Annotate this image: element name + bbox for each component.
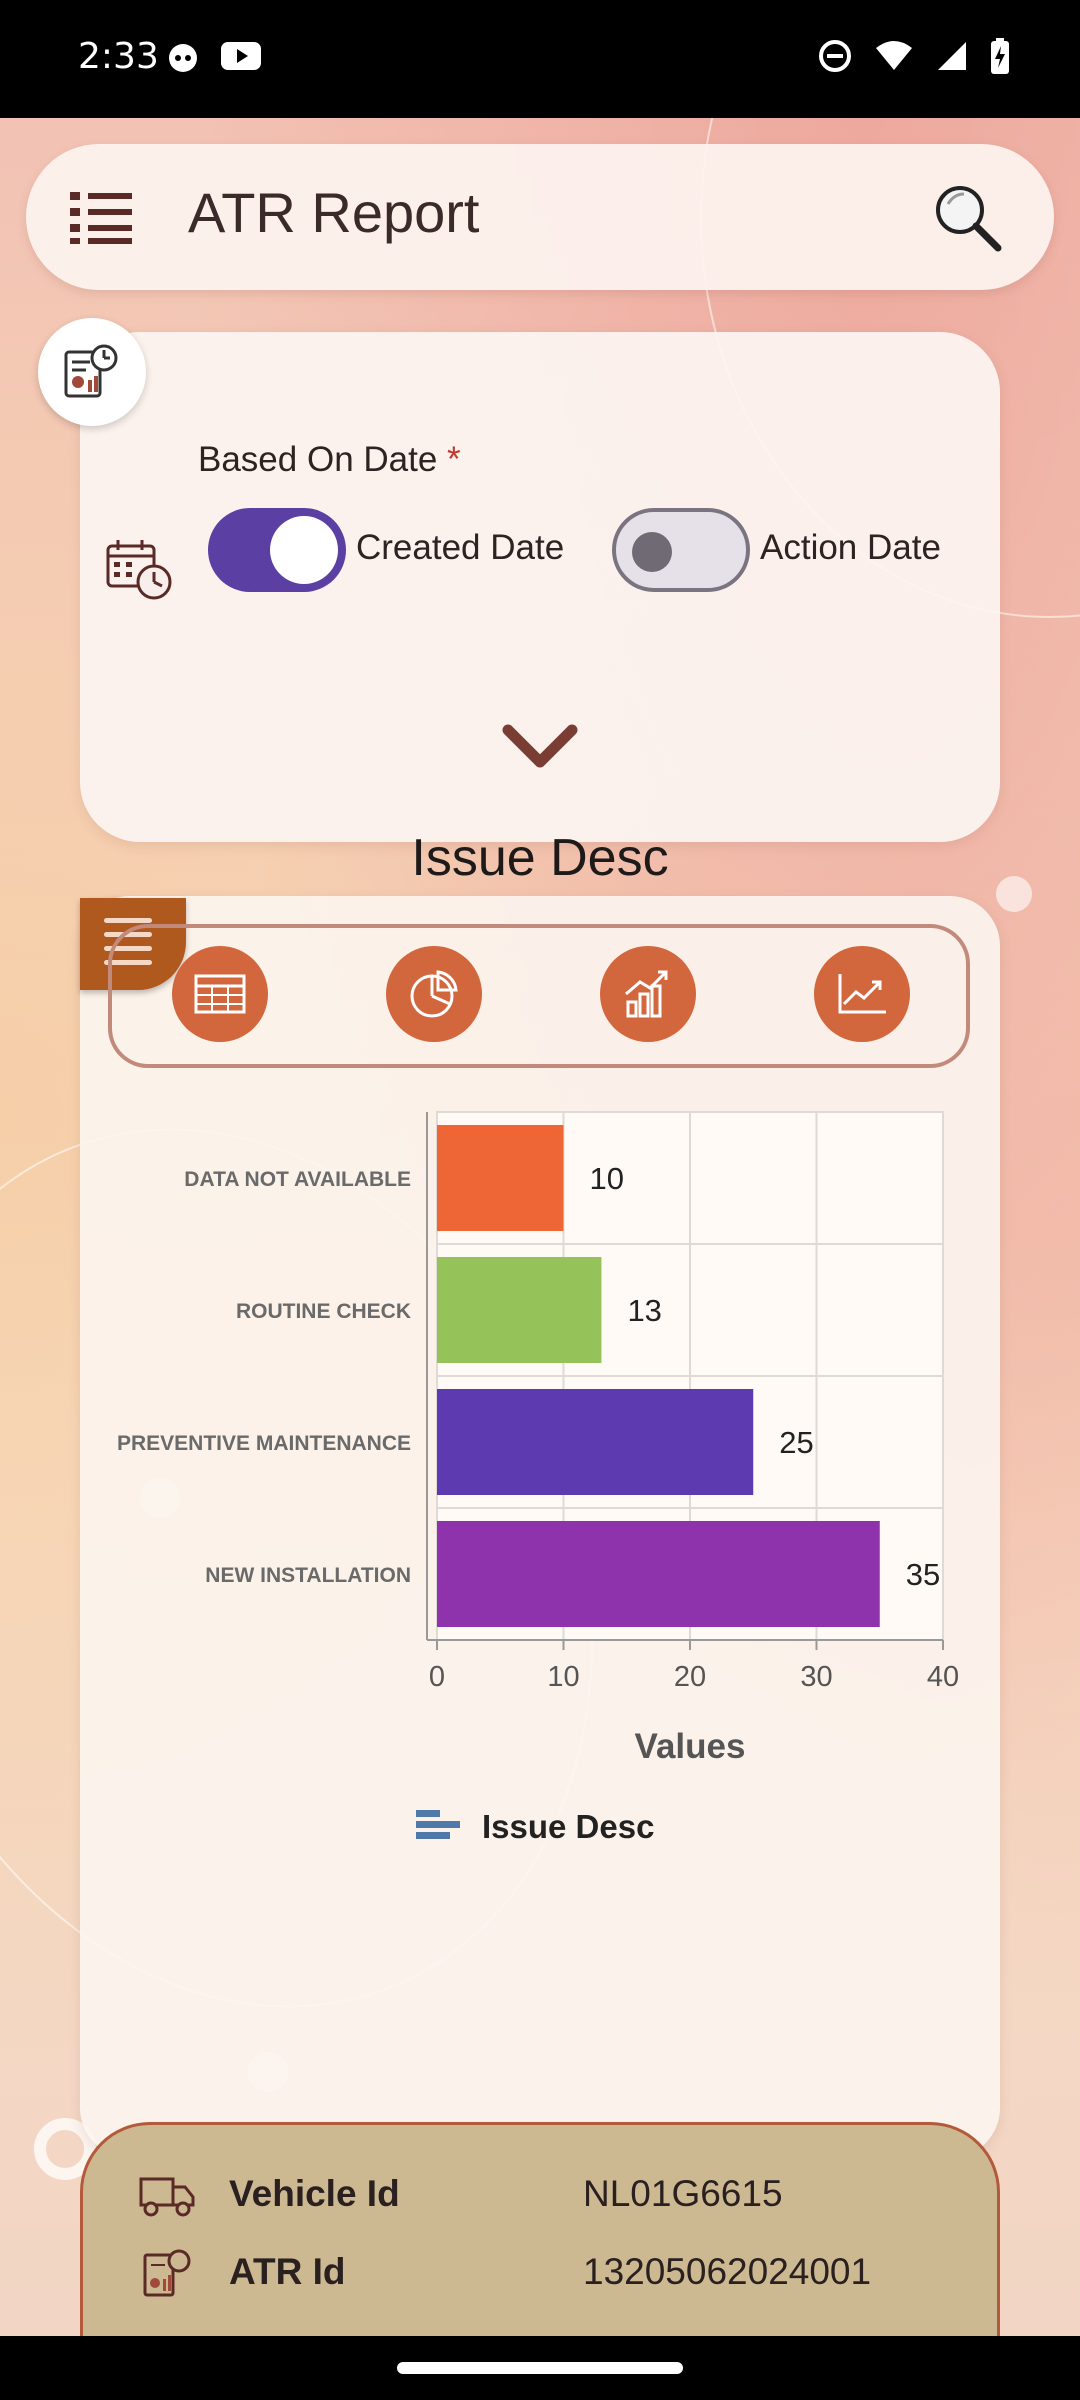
line-chart-button[interactable] (814, 946, 910, 1042)
line-chart-icon (838, 974, 886, 1014)
bar (437, 1125, 564, 1231)
x-tick-label: 30 (800, 1661, 832, 1693)
report-icon (143, 2249, 191, 2297)
data-label: 25 (779, 1425, 813, 1460)
atr-id-value: 13205062024001 (583, 2251, 872, 2292)
vehicle-id-row: Vehicle Id NL01G6615 (83, 2161, 1003, 2231)
bar (437, 1389, 754, 1495)
bar (437, 1521, 880, 1627)
x-tick-label: 40 (927, 1661, 959, 1693)
atr-id-row: ATR Id 13205062024001 (83, 2239, 1003, 2309)
signal-icon (938, 42, 966, 70)
toggle-knob (270, 516, 338, 584)
truck-icon (139, 2177, 195, 2217)
legend-swatch (416, 1832, 450, 1839)
bar (437, 1257, 602, 1363)
status-time: 2:33 (78, 36, 159, 77)
atr-id-label: ATR Id (229, 2251, 346, 2292)
y-tick-label: PREVENTIVE MAINTENANCE (117, 1432, 411, 1455)
toggle-knob (632, 532, 672, 572)
chart-title: Issue Desc (411, 829, 669, 887)
bar-chart-button[interactable] (600, 946, 696, 1042)
bar-chart-icon (625, 970, 668, 1018)
youtube-icon (221, 42, 261, 70)
report-icon (64, 344, 118, 398)
battery-icon (991, 38, 1009, 74)
created-date-toggle[interactable] (208, 508, 346, 592)
vehicle-id-value: NL01G6615 (583, 2173, 783, 2214)
required-marker: * (447, 440, 461, 479)
legend-swatch (416, 1821, 460, 1828)
status-bar: 2:33 (0, 0, 1080, 118)
action-date-toggle[interactable] (612, 508, 750, 592)
vehicle-id-label: Vehicle Id (229, 2173, 400, 2214)
search-icon[interactable] (932, 182, 1002, 252)
page-title: ATR Report (188, 181, 480, 244)
menu-list-icon[interactable] (68, 190, 134, 246)
action-date-label: Action Date (760, 528, 941, 567)
report-badge (38, 318, 146, 426)
table-icon (194, 974, 246, 1014)
app-bar: ATR Report (26, 144, 1054, 290)
home-gesture-handle[interactable] (397, 2362, 683, 2374)
x-tick-label: 0 (429, 1661, 445, 1693)
based-on-date-label: Based On Date * (198, 440, 461, 479)
table-view-button[interactable] (172, 946, 268, 1042)
issue-desc-bar-chart: 0 10 20 30 40 10 DATA NOT AVAILABLE 13 ROUTINE C… (117, 1111, 959, 1845)
wifi-icon (876, 41, 912, 70)
dnd-icon (819, 40, 851, 72)
y-tick-label: NEW INSTALLATION (205, 1564, 411, 1587)
data-label: 10 (590, 1161, 624, 1196)
legend-label: Issue Desc (482, 1808, 654, 1845)
x-tick-label: 10 (547, 1661, 579, 1693)
chevron-down-icon[interactable] (500, 722, 580, 772)
pie-chart-button[interactable] (386, 946, 482, 1042)
created-date-label: Created Date (356, 528, 565, 567)
y-tick-label: ROUTINE CHECK (236, 1300, 411, 1323)
x-tick-label: 20 (674, 1661, 706, 1693)
data-label: 13 (627, 1293, 661, 1328)
pie-chart-icon (410, 970, 458, 1018)
calendar-clock-icon (106, 540, 172, 600)
data-label: 35 (906, 1557, 940, 1592)
y-tick-label: DATA NOT AVAILABLE (184, 1168, 411, 1191)
legend-swatch (416, 1810, 440, 1817)
x-axis-title: Values (635, 1727, 746, 1766)
notification-cat-icon (169, 44, 197, 72)
